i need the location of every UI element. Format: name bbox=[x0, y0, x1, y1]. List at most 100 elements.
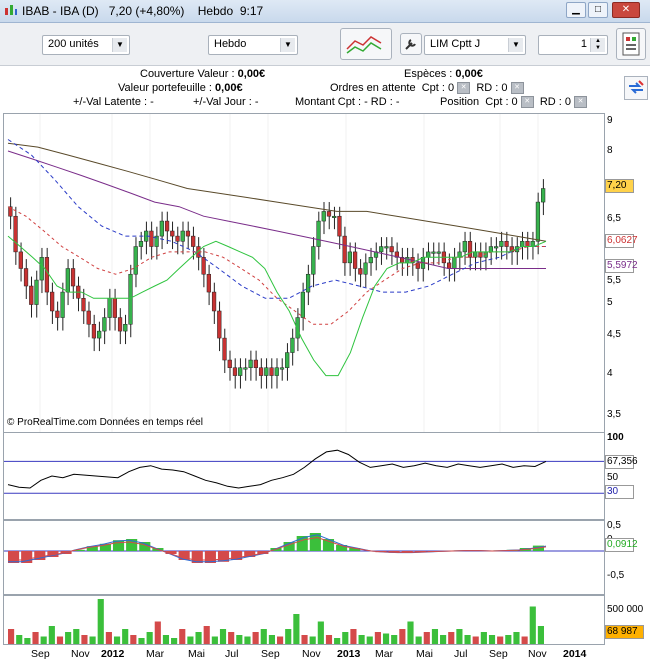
rsi-tick: 100 bbox=[607, 432, 624, 443]
candle bbox=[149, 230, 154, 247]
candle bbox=[494, 246, 499, 249]
volume-bar bbox=[8, 629, 15, 644]
volume-chart[interactable] bbox=[4, 596, 604, 644]
copyright-text: © ProRealTime.com Données en temps réel bbox=[7, 417, 203, 428]
cancel-icon[interactable]: ✕ bbox=[457, 82, 471, 95]
time-axis-label: Sep bbox=[31, 648, 50, 660]
close-button[interactable]: ✕ bbox=[612, 2, 640, 18]
candle bbox=[300, 291, 305, 318]
candle bbox=[426, 251, 431, 258]
settings-button[interactable] bbox=[400, 33, 422, 55]
candle bbox=[102, 317, 107, 332]
period-select[interactable]: Hebdo ▼ bbox=[208, 35, 298, 55]
macd-histogram-bar bbox=[8, 551, 20, 563]
candle bbox=[227, 359, 232, 368]
time-axis-label: Jul bbox=[225, 648, 239, 660]
volume-axis: 500 000 68 987 bbox=[605, 595, 650, 643]
indicators-button[interactable] bbox=[340, 28, 392, 60]
sma-slow-line bbox=[7, 142, 547, 242]
macd-axis: 0,5 0 -0,5 0,0912 bbox=[605, 520, 650, 593]
candle bbox=[185, 230, 191, 237]
macd-value-tag: 0,0912 bbox=[605, 538, 638, 552]
minimize-button[interactable]: ▁ bbox=[566, 2, 586, 18]
candle bbox=[258, 367, 264, 376]
volume-bar bbox=[399, 629, 406, 644]
position-cpt: Cpt : 0 bbox=[485, 96, 518, 108]
candle bbox=[222, 337, 227, 361]
refresh-button[interactable] bbox=[624, 76, 648, 100]
window-title: IBAB - IBA (D) 7,20 (+4,80%) Hebdo 9:17 bbox=[22, 4, 264, 18]
candle bbox=[436, 251, 441, 254]
candle bbox=[264, 367, 269, 376]
rsi-value-tag: 67,356 bbox=[605, 455, 638, 469]
candle bbox=[238, 367, 243, 376]
candle bbox=[97, 330, 102, 339]
time-axis-label: Nov bbox=[528, 648, 547, 660]
account-info: Couverture Valeur : 0,00€ Espèces : 0,00… bbox=[0, 66, 650, 112]
macd-panel[interactable] bbox=[3, 520, 605, 595]
candle bbox=[525, 241, 530, 247]
cancel-icon[interactable]: ✕ bbox=[520, 96, 534, 109]
stepper-arrows-icon[interactable]: ▲ ▼ bbox=[590, 38, 605, 52]
candle bbox=[368, 257, 373, 264]
candle bbox=[326, 211, 332, 217]
candle bbox=[175, 235, 180, 242]
time-axis-label: Mai bbox=[188, 648, 205, 660]
volume-bar bbox=[219, 629, 227, 644]
candle bbox=[91, 324, 97, 339]
candle bbox=[305, 273, 311, 293]
units-select[interactable]: 200 unités ▼ bbox=[42, 35, 130, 55]
candle bbox=[180, 230, 185, 242]
price-axis: 9 8 7 6,5 6 5,5 5 4,5 4 3,5 7,20 6,0627 … bbox=[605, 113, 650, 431]
quantity-stepper[interactable]: 1 ▲ ▼ bbox=[538, 35, 608, 55]
maximize-button[interactable]: □ bbox=[588, 2, 608, 18]
candle bbox=[541, 188, 546, 203]
price-chart-panel[interactable] bbox=[3, 113, 605, 433]
time-axis-label: 2012 bbox=[101, 648, 125, 660]
cancel-icon[interactable]: ✕ bbox=[574, 96, 588, 109]
order-ticket-button[interactable] bbox=[616, 28, 646, 60]
title-bar: IBAB - IBA (D) 7,20 (+4,80%) Hebdo 9:17 … bbox=[0, 0, 650, 23]
candle bbox=[488, 246, 494, 253]
rsi-panel[interactable] bbox=[3, 432, 605, 520]
candle bbox=[34, 279, 39, 305]
macd-chart[interactable] bbox=[4, 521, 604, 594]
volume-bar bbox=[293, 614, 300, 644]
candle bbox=[389, 246, 394, 253]
time-axis-label: Sep bbox=[261, 648, 280, 660]
price-tick: 8 bbox=[607, 145, 613, 156]
candle bbox=[473, 251, 478, 258]
macd-tick: 0,5 bbox=[607, 520, 621, 531]
candle bbox=[211, 291, 217, 312]
volume-panel[interactable] bbox=[3, 595, 605, 645]
candle bbox=[23, 268, 29, 287]
candle bbox=[29, 285, 34, 305]
candle bbox=[18, 251, 23, 269]
rsi-chart[interactable] bbox=[4, 433, 604, 519]
candle bbox=[467, 241, 473, 258]
candle bbox=[379, 246, 384, 253]
ordres-cpt: Cpt : 0 bbox=[421, 82, 455, 94]
candle bbox=[86, 310, 91, 325]
rsi-axis: 100 50 67,356 30 bbox=[605, 432, 650, 518]
price-chart[interactable] bbox=[4, 114, 604, 432]
candle bbox=[321, 211, 326, 222]
candle bbox=[107, 298, 112, 318]
position-rd: RD : 0 bbox=[539, 96, 572, 108]
order-type-select[interactable]: LIM Cptt J ▼ bbox=[424, 35, 526, 55]
candle bbox=[504, 241, 509, 247]
candle bbox=[337, 215, 342, 237]
candle bbox=[530, 241, 535, 247]
candle bbox=[253, 359, 258, 368]
volume-value-tag: 68 987 bbox=[605, 625, 644, 639]
candle bbox=[39, 257, 44, 281]
cancel-icon[interactable]: ✕ bbox=[510, 82, 524, 95]
order-ticket-icon bbox=[622, 32, 640, 56]
portefeuille-label: Valeur portefeuille : bbox=[118, 82, 212, 94]
candle bbox=[384, 246, 389, 249]
candle bbox=[117, 317, 123, 332]
ordres-rd: RD : 0 bbox=[476, 82, 508, 94]
portefeuille-value: 0,00€ bbox=[215, 82, 243, 94]
candle bbox=[363, 262, 368, 275]
wrench-icon bbox=[405, 39, 416, 50]
